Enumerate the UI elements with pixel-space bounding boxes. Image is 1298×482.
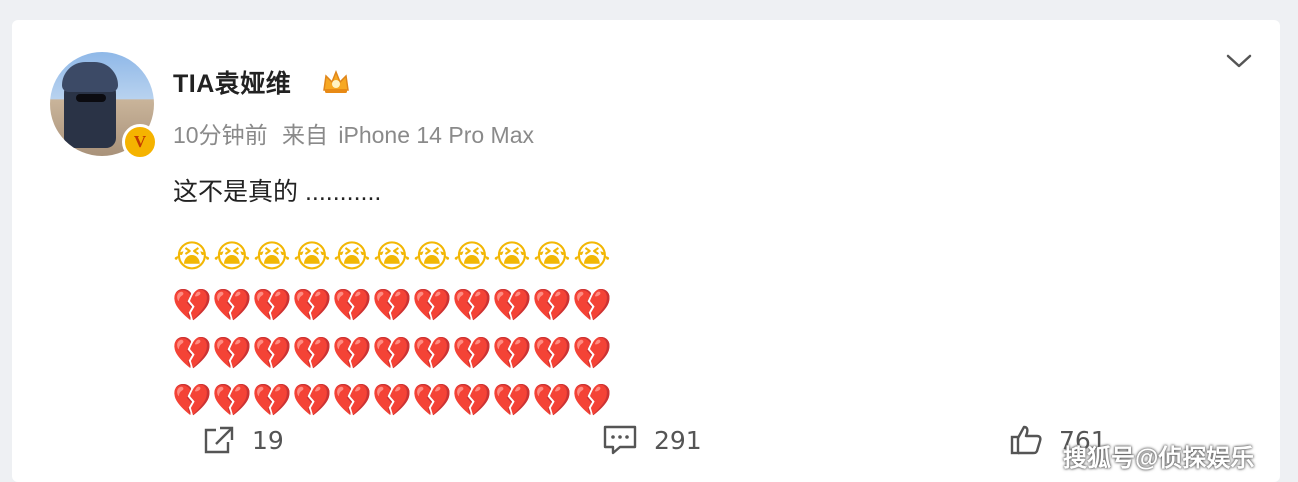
crying-face-emoji: 😭	[333, 237, 371, 275]
broken-heart-emoji: 💔	[572, 381, 612, 419]
broken-heart-emoji: 💔	[532, 286, 572, 324]
broken-heart-emoji: 💔	[332, 286, 372, 324]
broken-heart-emoji: 💔	[412, 286, 452, 324]
emoji-row: 💔 💔 💔 💔 💔 💔 💔 💔 💔 💔 💔	[172, 333, 612, 373]
crying-face-emoji: 😭	[453, 237, 491, 275]
crying-face-emoji: 😭	[373, 237, 411, 275]
broken-heart-emoji: 💔	[412, 334, 452, 372]
emoji-row: 😭 😭 😭 😭 😭 😭 😭 😭 😭 😭 😭	[172, 236, 612, 276]
broken-heart-emoji: 💔	[452, 286, 492, 324]
broken-heart-emoji: 💔	[252, 334, 292, 372]
post-meta: 10分钟前 来自 iPhone 14 Pro Max	[173, 116, 534, 150]
post-device: iPhone 14 Pro Max	[338, 122, 534, 148]
broken-heart-emoji: 💔	[212, 286, 252, 324]
broken-heart-emoji: 💔	[292, 286, 332, 324]
repost-button[interactable]: 19	[202, 424, 284, 456]
broken-heart-emoji: 💔	[492, 381, 532, 419]
comment-icon	[603, 425, 637, 455]
broken-heart-emoji: 💔	[212, 381, 252, 419]
broken-heart-emoji: 💔	[492, 334, 532, 372]
emoji-row: 💔 💔 💔 💔 💔 💔 💔 💔 💔 💔 💔	[172, 380, 612, 420]
crying-face-emoji: 😭	[573, 237, 611, 275]
crying-face-emoji: 😭	[293, 237, 331, 275]
broken-heart-emoji: 💔	[292, 381, 332, 419]
weibo-post-card: V TIA袁娅维 10分钟前 来自 iPhone 14 Pro Max 这不是真…	[12, 20, 1280, 482]
broken-heart-emoji: 💔	[532, 334, 572, 372]
username[interactable]: TIA袁娅维	[173, 64, 291, 100]
emoji-row: 💔 💔 💔 💔 💔 💔 💔 💔 💔 💔 💔	[172, 285, 612, 325]
verified-badge-icon: V	[122, 124, 158, 160]
share-icon	[204, 426, 234, 454]
broken-heart-emoji: 💔	[532, 381, 572, 419]
broken-heart-emoji: 💔	[332, 381, 372, 419]
crying-face-emoji: 😭	[413, 237, 451, 275]
post-time[interactable]: 10分钟前	[173, 122, 268, 148]
broken-heart-emoji: 💔	[572, 334, 612, 372]
broken-heart-emoji: 💔	[172, 381, 212, 419]
crying-face-emoji: 😭	[173, 237, 211, 275]
broken-heart-emoji: 💔	[572, 286, 612, 324]
broken-heart-emoji: 💔	[372, 381, 412, 419]
chevron-down-icon[interactable]	[1224, 50, 1254, 72]
broken-heart-emoji: 💔	[412, 381, 452, 419]
crying-face-emoji: 😭	[533, 237, 571, 275]
crying-face-emoji: 😭	[253, 237, 291, 275]
crying-face-emoji: 😭	[493, 237, 531, 275]
broken-heart-emoji: 💔	[252, 286, 292, 324]
post-text: 这不是真的 ...........	[173, 178, 382, 206]
broken-heart-emoji: 💔	[212, 334, 252, 372]
broken-heart-emoji: 💔	[492, 286, 532, 324]
broken-heart-emoji: 💔	[452, 334, 492, 372]
broken-heart-emoji: 💔	[172, 334, 212, 372]
broken-heart-emoji: 💔	[372, 286, 412, 324]
repost-count: 19	[252, 425, 284, 455]
broken-heart-emoji: 💔	[372, 334, 412, 372]
comment-button[interactable]: 291	[602, 424, 702, 456]
watermark: 搜狐号@侦探娱乐	[1063, 445, 1255, 472]
crying-face-emoji: 😭	[213, 237, 251, 275]
broken-heart-emoji: 💔	[292, 334, 332, 372]
broken-heart-emoji: 💔	[252, 381, 292, 419]
comment-count: 291	[654, 425, 702, 455]
broken-heart-emoji: 💔	[172, 286, 212, 324]
broken-heart-emoji: 💔	[332, 334, 372, 372]
crown-icon	[323, 69, 349, 93]
source-prefix: 来自	[281, 122, 328, 148]
avatar[interactable]: V	[50, 52, 158, 160]
thumbs-up-icon	[1010, 425, 1042, 455]
broken-heart-emoji: 💔	[452, 381, 492, 419]
